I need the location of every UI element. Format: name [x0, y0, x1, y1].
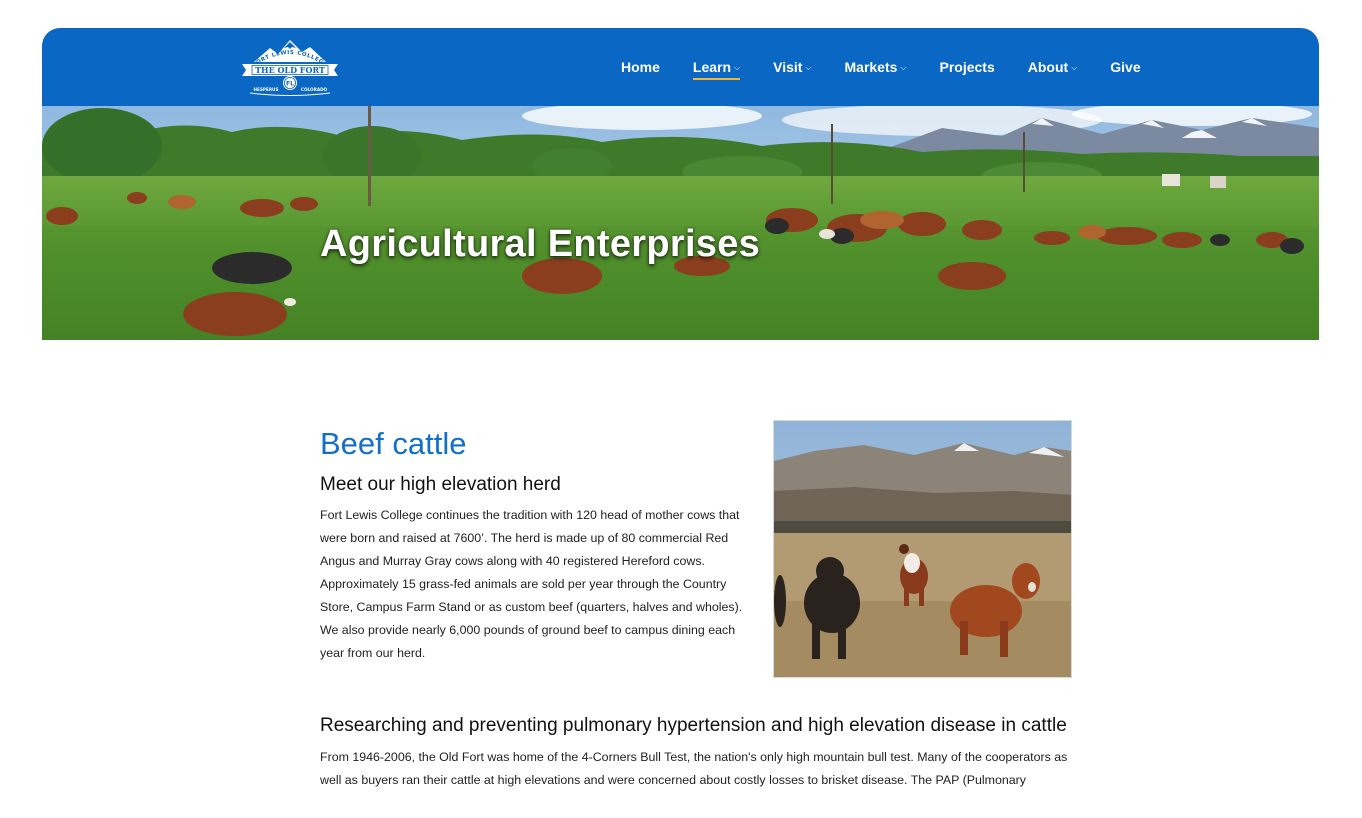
nav-visit-label: Visit — [773, 59, 803, 75]
nav-about-label: About — [1027, 59, 1069, 75]
chevron-down-icon: ⌵ — [1071, 62, 1078, 72]
section-title: Beef cattle — [320, 426, 467, 461]
research-subheading: Researching and preventing pulmonary hyp… — [320, 715, 1067, 736]
nav-home[interactable]: Home — [621, 55, 660, 79]
nav-learn-label: Learn — [692, 59, 732, 75]
hero-banner: Agricultural Enterprises — [42, 106, 1319, 340]
nav-learn[interactable]: Learn ⌵ — [692, 55, 741, 80]
main-nav: Home Learn ⌵ Visit ⌵ Markets ⌵ Projects … — [621, 28, 1141, 106]
nav-projects[interactable]: Projects — [940, 55, 995, 79]
page-title: Agricultural Enterprises — [320, 223, 761, 266]
active-indicator — [692, 78, 741, 80]
chevron-down-icon: ⌵ — [805, 62, 812, 72]
nav-give[interactable]: Give — [1110, 55, 1140, 79]
page: FORT LEWIS COLLEGE THE OLD FORT FL HESPE… — [0, 0, 1362, 818]
nav-home-label: Home — [621, 59, 660, 75]
research-paragraph: From 1946-2006, the Old Fort was home of… — [320, 750, 1068, 787]
nav-visit[interactable]: Visit ⌵ — [773, 55, 811, 79]
svg-text:COLORADO: COLORADO — [301, 87, 328, 92]
nav-markets[interactable]: Markets ⌵ — [845, 55, 907, 79]
site-header: FORT LEWIS COLLEGE THE OLD FORT FL HESPE… — [42, 28, 1319, 106]
nav-give-label: Give — [1110, 59, 1141, 75]
svg-text:FL: FL — [286, 81, 294, 88]
nav-markets-label: Markets — [844, 59, 898, 75]
chevron-down-icon: ⌵ — [734, 62, 741, 72]
section-subheading: Meet our high elevation herd — [320, 474, 561, 495]
section-paragraph: Fort Lewis College continues the traditi… — [320, 508, 743, 660]
svg-text:THE OLD FORT: THE OLD FORT — [255, 65, 325, 75]
beef-cattle-photo — [773, 420, 1072, 678]
old-fort-logo[interactable]: FORT LEWIS COLLEGE THE OLD FORT FL HESPE… — [240, 38, 340, 96]
chevron-down-icon: ⌵ — [900, 62, 907, 72]
svg-text:HESPERUS: HESPERUS — [254, 87, 279, 92]
nav-projects-label: Projects — [939, 59, 995, 75]
nav-about[interactable]: About ⌵ — [1028, 55, 1078, 79]
